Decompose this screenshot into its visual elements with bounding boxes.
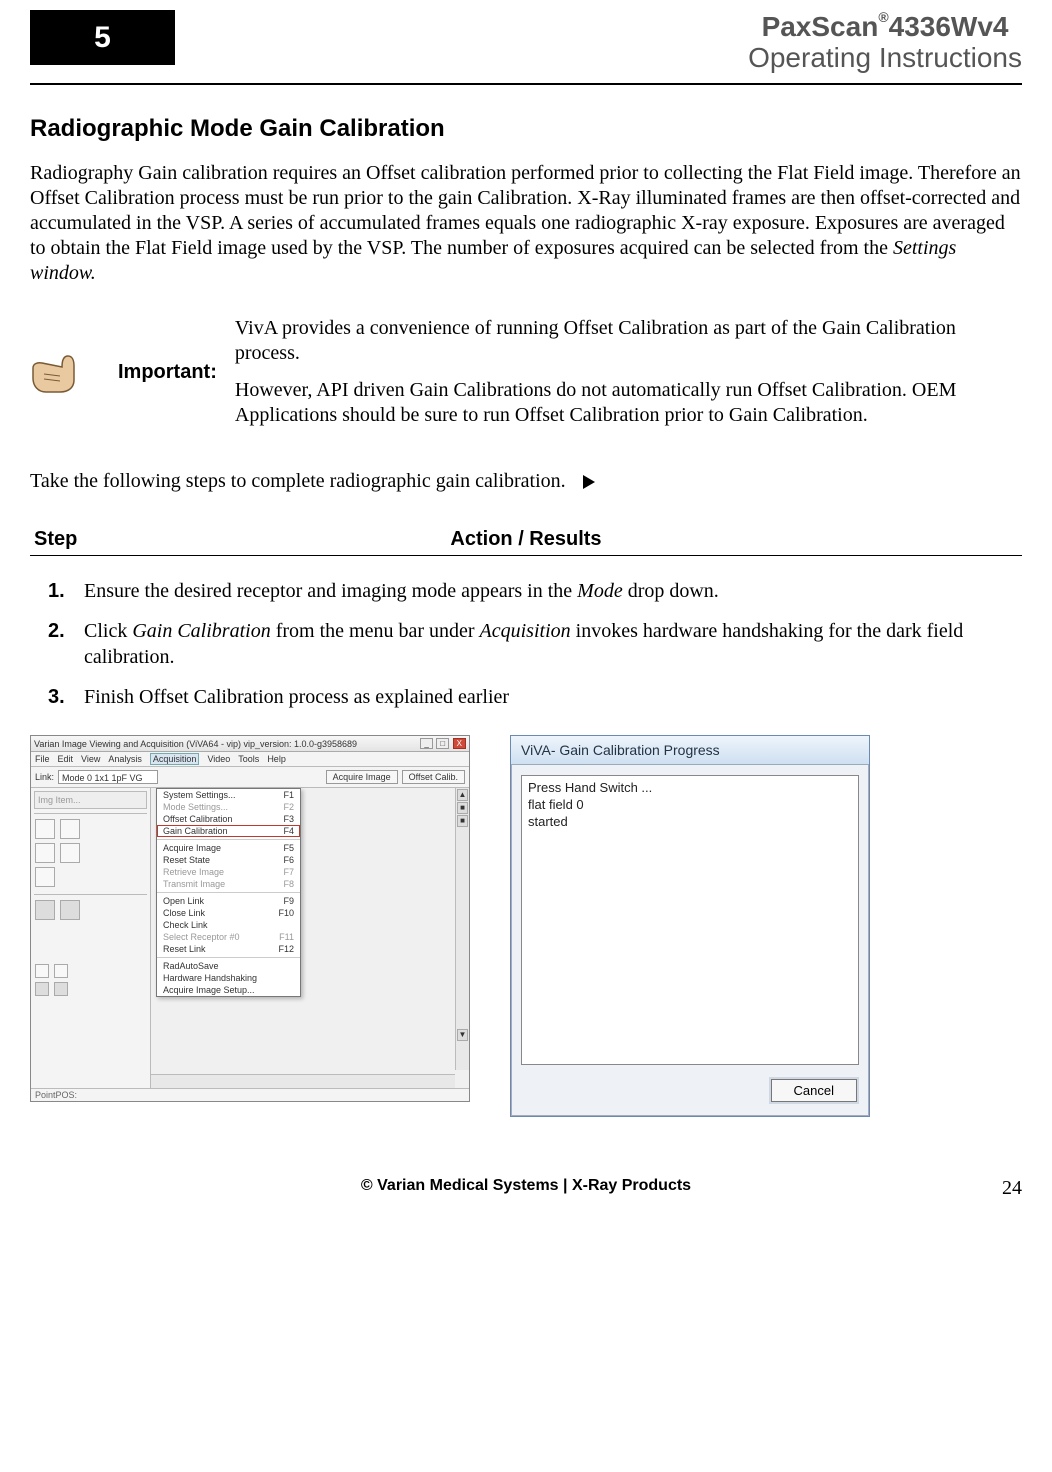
- intro-paragraph: Radiography Gain calibration requires an…: [30, 161, 1022, 286]
- step-item: 1.Ensure the desired receptor and imagin…: [48, 578, 1022, 604]
- tool-icon[interactable]: [60, 900, 80, 920]
- intro-text: Radiography Gain calibration requires an…: [30, 162, 1021, 259]
- menu-item[interactable]: Close LinkF10: [157, 907, 300, 919]
- step-item: 2.Click Gain Calibration from the menu b…: [48, 618, 1022, 670]
- viva-side-panel: Img Item...: [31, 788, 151, 1088]
- menu-item[interactable]: System Settings...F1: [157, 789, 300, 801]
- menu-item[interactable]: Hardware Handshaking: [157, 972, 300, 984]
- menu-item[interactable]: Gain CalibrationF4: [157, 825, 300, 837]
- important-label: Important:: [118, 316, 217, 384]
- brand-product: PaxScan: [762, 11, 879, 42]
- tool-icon[interactable]: [54, 982, 68, 996]
- screenshots-row: Varian Image Viewing and Acquisition (Vi…: [30, 735, 1022, 1117]
- vertical-scrollbar[interactable]: ▲ ■ ■ ▼: [455, 788, 469, 1070]
- menu-item-acquisition[interactable]: Acquisition: [150, 753, 200, 765]
- registered-icon: ®: [878, 9, 888, 25]
- menu-item-view[interactable]: View: [81, 754, 100, 764]
- img-item-button[interactable]: Img Item...: [34, 791, 147, 809]
- page-number: 24: [1002, 1177, 1022, 1200]
- menu-item[interactable]: Reset StateF6: [157, 854, 300, 866]
- cancel-button[interactable]: Cancel: [771, 1079, 857, 1102]
- lead-line: Take the following steps to complete rad…: [30, 470, 1022, 493]
- menu-item-help[interactable]: Help: [267, 754, 286, 764]
- scroll-stop-icon[interactable]: ■: [457, 802, 468, 814]
- menu-item[interactable]: Reset LinkF12: [157, 943, 300, 955]
- tool-icon[interactable]: [35, 843, 55, 863]
- viva-title: Varian Image Viewing and Acquisition (Vi…: [34, 739, 357, 749]
- menu-item[interactable]: Check Link: [157, 919, 300, 931]
- minimize-icon[interactable]: _: [420, 738, 432, 749]
- menu-item: Select Receptor #0F11: [157, 931, 300, 943]
- step-text: Finish Offset Calibration process as exp…: [84, 684, 1022, 710]
- viva-menubar[interactable]: File Edit View Analysis Acquisition Video Tool…: [31, 752, 469, 767]
- plus-icon[interactable]: [54, 964, 68, 978]
- menu-item[interactable]: Acquire Image Setup...: [157, 984, 300, 996]
- brand-block: PaxScan®4336Wv4 Operating Instructions: [748, 12, 1022, 74]
- brand-model: 4336Wv4: [889, 11, 1009, 42]
- chapter-number: 5: [30, 10, 175, 65]
- tool-icon[interactable]: [35, 982, 49, 996]
- mode-dropdown[interactable]: Mode 0 1x1 1pF VG: [58, 770, 158, 784]
- step-item: 3.Finish Offset Calibration process as e…: [48, 684, 1022, 710]
- menu-item: Transmit ImageF8: [157, 878, 300, 890]
- page-footer: © Varian Medical Systems | X-Ray Product…: [30, 1177, 1022, 1195]
- step-number: 3.: [48, 684, 84, 710]
- menu-item: Retrieve ImageF7: [157, 866, 300, 878]
- step-number: 2.: [48, 618, 84, 670]
- gain-calibration-dialog: ViVA- Gain Calibration Progress Press Ha…: [510, 735, 870, 1117]
- tool-icon[interactable]: [35, 867, 55, 887]
- step-number: 1.: [48, 578, 84, 604]
- action-col-header: Action / Results: [34, 528, 1018, 551]
- tool-icon[interactable]: [35, 819, 55, 839]
- menu-item[interactable]: Open LinkF9: [157, 895, 300, 907]
- scroll-up-icon[interactable]: ▲: [457, 789, 468, 801]
- menu-item-tools[interactable]: Tools: [238, 754, 259, 764]
- tool-icon[interactable]: [60, 843, 80, 863]
- copyright: © Varian Medical Systems | X-Ray Product…: [361, 1177, 691, 1194]
- menu-item-edit[interactable]: Edit: [58, 754, 74, 764]
- menu-item-file[interactable]: File: [35, 754, 50, 764]
- tool-icon[interactable]: [60, 819, 80, 839]
- scroll-stop-icon[interactable]: ■: [457, 815, 468, 827]
- step-table-header: Step Action / Results: [30, 528, 1022, 556]
- hand-point-icon: [30, 316, 100, 402]
- close-icon[interactable]: X: [453, 738, 466, 749]
- important-p2: However, API driven Gain Calibrations do…: [235, 378, 1022, 428]
- dialog-log: Press Hand Switch ... flat field 0 start…: [521, 775, 859, 1065]
- horizontal-scrollbar[interactable]: [151, 1074, 455, 1088]
- acquisition-menu-dropdown[interactable]: System Settings...F1Mode Settings...F2Of…: [156, 788, 301, 997]
- menu-item: Mode Settings...F2: [157, 801, 300, 813]
- tool-icon[interactable]: [35, 900, 55, 920]
- menu-item[interactable]: Acquire ImageF5: [157, 842, 300, 854]
- play-triangle-icon: [583, 475, 595, 489]
- lead-text: Take the following steps to complete rad…: [30, 470, 566, 492]
- viva-titlebar: Varian Image Viewing and Acquisition (Vi…: [31, 736, 469, 752]
- menu-item-analysis[interactable]: Analysis: [108, 754, 142, 764]
- page-header: 5 PaxScan®4336Wv4 Operating Instructions: [30, 20, 1022, 85]
- viva-app-screenshot: Varian Image Viewing and Acquisition (Vi…: [30, 735, 470, 1102]
- brand-subtitle: Operating Instructions: [748, 43, 1022, 74]
- dialog-title: ViVA- Gain Calibration Progress: [511, 736, 869, 765]
- steps-list: 1.Ensure the desired receptor and imagin…: [48, 578, 1022, 710]
- acquire-image-button[interactable]: Acquire Image: [326, 770, 398, 784]
- menu-item[interactable]: RadAutoSave: [157, 960, 300, 972]
- slider-field[interactable]: [84, 819, 140, 833]
- important-callout: Important: VivA provides a convenience o…: [30, 316, 1022, 440]
- maximize-icon[interactable]: □: [436, 738, 449, 749]
- menu-item[interactable]: Offset CalibrationF3: [157, 813, 300, 825]
- scroll-down-icon[interactable]: ▼: [457, 1029, 468, 1041]
- section-title: Radiographic Mode Gain Calibration: [30, 115, 1022, 143]
- offset-calib-button[interactable]: Offset Calib.: [402, 770, 465, 784]
- minus-icon[interactable]: [35, 964, 49, 978]
- viva-status-bar: PointPOS:: [31, 1088, 469, 1101]
- important-p1: VivA provides a convenience of running O…: [235, 316, 1022, 366]
- step-text: Ensure the desired receptor and imaging …: [84, 578, 1022, 604]
- menu-item-video[interactable]: Video: [207, 754, 230, 764]
- link-label: Link:: [35, 772, 54, 782]
- viva-toolbar: Link: Mode 0 1x1 1pF VG Acquire Image Of…: [31, 767, 469, 788]
- step-text: Click Gain Calibration from the menu bar…: [84, 618, 1022, 670]
